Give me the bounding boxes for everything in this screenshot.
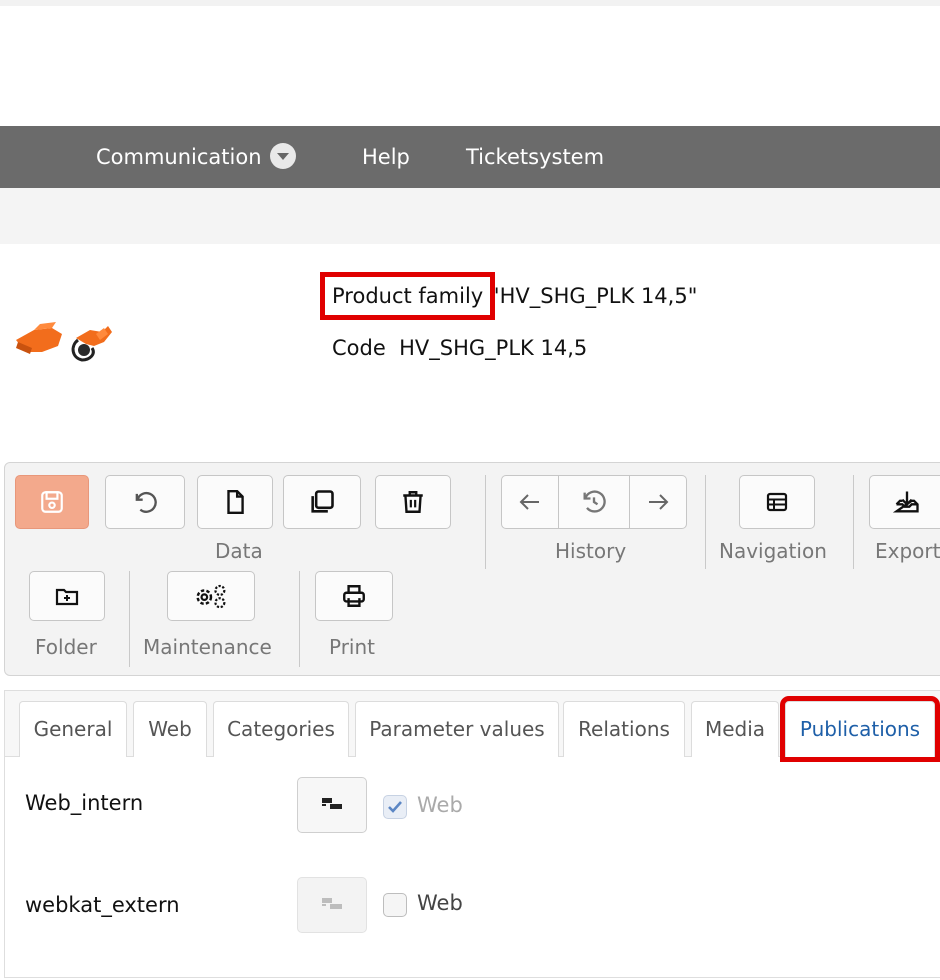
nav-item-communication[interactable]: Communication xyxy=(96,126,296,188)
print-button[interactable] xyxy=(315,571,393,621)
toolbar-group-maintenance-label: Maintenance xyxy=(143,635,272,659)
toolbar-group-history-label: History xyxy=(555,539,627,563)
toolbar-separator xyxy=(485,475,486,569)
undo-button[interactable] xyxy=(105,475,185,529)
delete-button[interactable] xyxy=(375,475,451,529)
publication-web-checkbox-label: Web xyxy=(417,891,463,915)
save-icon xyxy=(41,491,63,513)
toolbar-group-navigation-label: Navigation xyxy=(719,539,827,563)
tab-categories[interactable]: Categories xyxy=(213,701,349,757)
product-code-value: HV_SHG_PLK 14,5 xyxy=(399,336,588,360)
toolbar-separator xyxy=(299,571,300,667)
product-family-line: Product family "HV_SHG_PLK 14,5" xyxy=(319,272,698,320)
product-code-label: Code xyxy=(332,336,386,360)
gears-icon xyxy=(196,584,226,609)
tabs-panel: General Web Categories Parameter values … xyxy=(4,690,940,978)
trash-icon xyxy=(403,491,423,513)
copy-icon xyxy=(311,490,334,513)
tab-media[interactable]: Media xyxy=(691,701,779,757)
product-image xyxy=(16,322,112,362)
history-back-button[interactable] xyxy=(501,475,559,529)
export-button[interactable] xyxy=(869,475,940,529)
table-icon xyxy=(766,492,788,512)
folder-plus-icon xyxy=(55,588,79,606)
toolbar-group-folder-label: Folder xyxy=(35,635,97,659)
nav-item-help-label: Help xyxy=(362,145,410,169)
toolbar-group-print-label: Print xyxy=(329,635,376,659)
printer-icon xyxy=(343,585,365,607)
copy-button[interactable] xyxy=(283,475,361,529)
undo-icon xyxy=(135,491,157,513)
toolbar: Data History Navigation Export Folder Ma… xyxy=(4,462,940,676)
main-navbar: Communication Help Ticketsystem xyxy=(0,126,940,188)
tab-web[interactable]: Web xyxy=(133,701,207,757)
arrow-right-icon xyxy=(649,494,669,510)
nav-item-help[interactable]: Help xyxy=(362,126,410,188)
nav-item-ticketsystem[interactable]: Ticketsystem xyxy=(466,126,604,188)
history-icon xyxy=(583,490,606,513)
publication-web-checkbox[interactable] xyxy=(383,893,407,917)
new-folder-button[interactable] xyxy=(29,571,105,621)
publication-name: webkat_extern xyxy=(25,893,180,917)
history-forward-button[interactable] xyxy=(629,475,687,529)
tab-parameter-values[interactable]: Parameter values xyxy=(355,701,559,757)
maintenance-button[interactable] xyxy=(167,571,255,621)
product-family-value: "HV_SHG_PLK 14,5" xyxy=(489,284,698,308)
new-document-icon xyxy=(227,489,244,515)
export-icon xyxy=(893,491,919,513)
toolbar-separator xyxy=(853,475,854,569)
new-document-button[interactable] xyxy=(197,475,273,529)
nav-item-ticketsystem-label: Ticketsystem xyxy=(466,145,605,169)
navigation-button[interactable] xyxy=(739,475,815,529)
product-family-label: Product family xyxy=(319,272,496,320)
save-button[interactable] xyxy=(15,475,89,529)
structure-icon xyxy=(322,898,342,909)
publication-web-checkbox-label: Web xyxy=(417,793,463,817)
publication-structure-button[interactable] xyxy=(297,777,367,833)
tab-relations[interactable]: Relations xyxy=(563,701,685,757)
history-button[interactable] xyxy=(558,475,630,529)
toolbar-separator xyxy=(129,571,130,667)
publication-name: Web_intern xyxy=(25,791,144,815)
structure-icon xyxy=(322,798,342,809)
checkmark-icon xyxy=(388,801,402,813)
tab-bar: General Web Categories Parameter values … xyxy=(5,691,940,762)
publication-structure-button[interactable] xyxy=(297,877,367,933)
nav-item-communication-label: Communication xyxy=(96,145,262,169)
toolbar-group-export-label: Export xyxy=(875,539,940,563)
chevron-down-icon[interactable] xyxy=(269,143,296,169)
toolbar-separator xyxy=(705,475,706,569)
publication-web-checkbox[interactable] xyxy=(383,795,407,819)
tab-publications[interactable]: Publications xyxy=(780,696,940,762)
top-strip xyxy=(0,0,940,6)
product-code-line: Code HV_SHG_PLK 14,5 xyxy=(332,336,587,360)
tab-general[interactable]: General xyxy=(19,701,127,757)
sub-bar xyxy=(0,188,940,244)
toolbar-group-data-label: Data xyxy=(215,539,263,563)
arrow-left-icon xyxy=(519,494,539,510)
